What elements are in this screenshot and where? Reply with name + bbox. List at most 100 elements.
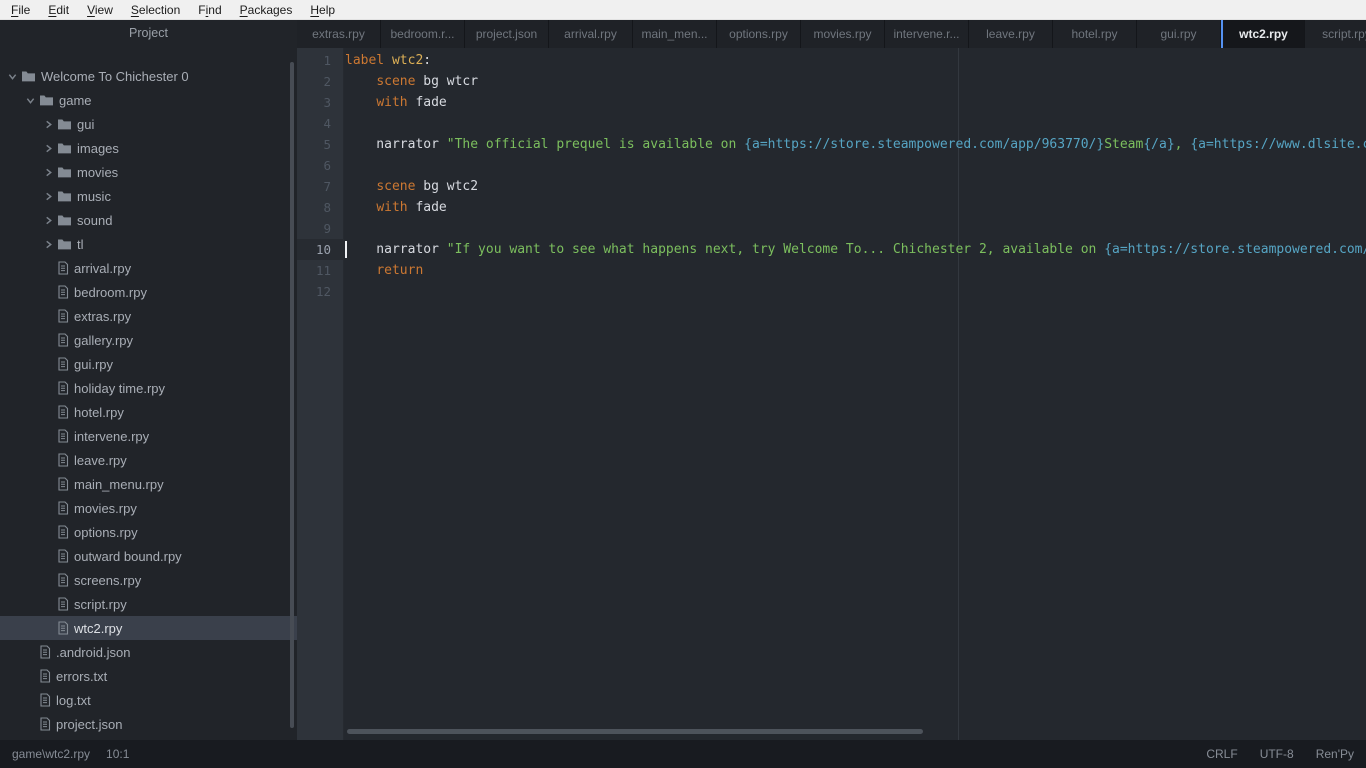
tab-main-men-[interactable]: main_men...	[633, 20, 717, 48]
code-line-5[interactable]: 5 narrator "The official prequel is avai…	[297, 134, 1366, 155]
sidebar-scrollbar[interactable]	[290, 62, 294, 728]
menu-file[interactable]: File	[2, 0, 39, 20]
code-line-7[interactable]: 7 scene bg wtc2	[297, 176, 1366, 197]
file-icon	[57, 309, 69, 323]
code-editor[interactable]: 1label wtc2:2 scene bg wtcr3 with fade45…	[297, 48, 1366, 740]
tab-script-rpy[interactable]: script.rpy	[1305, 20, 1366, 48]
status-cursor-position[interactable]: 10:1	[106, 747, 129, 761]
file-icon	[39, 693, 51, 707]
tab-leave-rpy[interactable]: leave.rpy	[969, 20, 1053, 48]
tree-item-label: gui.rpy	[74, 357, 113, 372]
sidebar-title: Project	[0, 26, 297, 40]
tree-file-movies-rpy[interactable]: movies.rpy	[0, 496, 297, 520]
file-icon	[57, 453, 69, 467]
status-bar: game\wtc2.rpy 10:1 CRLF UTF-8 Ren'Py	[0, 740, 1366, 768]
tree-item-label: game	[59, 93, 92, 108]
tab-arrival-rpy[interactable]: arrival.rpy	[549, 20, 633, 48]
tree-file-holiday-time-rpy[interactable]: holiday time.rpy	[0, 376, 297, 400]
tree-folder-music[interactable]: music	[0, 184, 297, 208]
menu-selection[interactable]: Selection	[122, 0, 189, 20]
tree-item-label: sound	[77, 213, 112, 228]
tree-file-options-rpy[interactable]: options.rpy	[0, 520, 297, 544]
tree-item-label: hotel.rpy	[74, 405, 124, 420]
tree-file-hotel-rpy[interactable]: hotel.rpy	[0, 400, 297, 424]
code-line-4[interactable]: 4	[297, 113, 1366, 134]
status-grammar[interactable]: Ren'Py	[1316, 747, 1354, 761]
tab-hotel-rpy[interactable]: hotel.rpy	[1053, 20, 1137, 48]
tab-movies-rpy[interactable]: movies.rpy	[801, 20, 885, 48]
menu-help[interactable]: Help	[301, 0, 344, 20]
chevron-right-icon	[44, 168, 53, 177]
tree-item-label: script.rpy	[74, 597, 127, 612]
code-line-10[interactable]: 10 narrator "If you want to see what hap…	[297, 239, 1366, 260]
tree-file-wtc2-rpy[interactable]: wtc2.rpy	[0, 616, 297, 640]
folder-icon	[57, 238, 72, 250]
line-number: 5	[297, 134, 344, 155]
code-text: narrator "The official prequel is availa…	[344, 137, 1366, 152]
file-icon	[39, 645, 51, 659]
code-line-12[interactable]: 12	[297, 281, 1366, 302]
tree-file-script-rpy[interactable]: script.rpy	[0, 592, 297, 616]
tree-file-screens-rpy[interactable]: screens.rpy	[0, 568, 297, 592]
tree-file-log-txt[interactable]: log.txt	[0, 688, 297, 712]
menu-bar: FileEditViewSelectionFindPackagesHelp	[0, 0, 1366, 20]
menu-view[interactable]: View	[78, 0, 122, 20]
line-number: 2	[297, 71, 344, 92]
line-number: 6	[297, 155, 344, 176]
tree-folder-images[interactable]: images	[0, 136, 297, 160]
file-tree: Welcome To Chichester 0gameguiimagesmovi…	[0, 64, 297, 740]
tab-extras-rpy[interactable]: extras.rpy	[297, 20, 381, 48]
tree-file-arrival-rpy[interactable]: arrival.rpy	[0, 256, 297, 280]
text-cursor	[345, 241, 347, 258]
status-encoding[interactable]: UTF-8	[1260, 747, 1294, 761]
editor-horizontal-scrollbar[interactable]	[347, 729, 923, 734]
menu-edit[interactable]: Edit	[39, 0, 78, 20]
file-icon	[57, 261, 69, 275]
line-number: 8	[297, 197, 344, 218]
code-line-3[interactable]: 3 with fade	[297, 92, 1366, 113]
tree-item-label: leave.rpy	[74, 453, 127, 468]
tree-folder-tl[interactable]: tl	[0, 232, 297, 256]
tree-folder-gui[interactable]: gui	[0, 112, 297, 136]
tree-file-gui-rpy[interactable]: gui.rpy	[0, 352, 297, 376]
code-text: scene bg wtc2	[344, 179, 478, 194]
tree-folder-sound[interactable]: sound	[0, 208, 297, 232]
tree-file-errors-txt[interactable]: errors.txt	[0, 664, 297, 688]
code-line-6[interactable]: 6	[297, 155, 1366, 176]
menu-packages[interactable]: Packages	[231, 0, 302, 20]
code-line-8[interactable]: 8 with fade	[297, 197, 1366, 218]
tree-file-leave-rpy[interactable]: leave.rpy	[0, 448, 297, 472]
tree-file-project-json[interactable]: project.json	[0, 712, 297, 736]
tree-file-bedroom-rpy[interactable]: bedroom.rpy	[0, 280, 297, 304]
code-lines: 1label wtc2:2 scene bg wtcr3 with fade45…	[297, 50, 1366, 302]
code-line-9[interactable]: 9	[297, 218, 1366, 239]
tree-item-label: gallery.rpy	[74, 333, 133, 348]
chevron-right-icon	[44, 144, 53, 153]
file-icon	[57, 525, 69, 539]
project-sidebar: Project Welcome To Chichester 0 game guiim…	[0, 20, 297, 740]
tree-file-extras-rpy[interactable]: extras.rpy	[0, 304, 297, 328]
tree-folder-movies[interactable]: movies	[0, 160, 297, 184]
tree-file--android-json[interactable]: .android.json	[0, 640, 297, 664]
status-line-ending[interactable]: CRLF	[1206, 747, 1237, 761]
code-line-1[interactable]: 1label wtc2:	[297, 50, 1366, 71]
code-line-11[interactable]: 11 return	[297, 260, 1366, 281]
tree-folder-welcome-to-chichester-0[interactable]: Welcome To Chichester 0	[0, 64, 297, 88]
tree-file-gallery-rpy[interactable]: gallery.rpy	[0, 328, 297, 352]
menu-find[interactable]: Find	[189, 0, 230, 20]
tree-item-label: extras.rpy	[74, 309, 131, 324]
tree-folder-game[interactable]: game	[0, 88, 297, 112]
tree-file-outward-bound-rpy[interactable]: outward bound.rpy	[0, 544, 297, 568]
tab-gui-rpy[interactable]: gui.rpy	[1137, 20, 1221, 48]
tab-options-rpy[interactable]: options.rpy	[717, 20, 801, 48]
tab-bedroom-r-[interactable]: bedroom.r...	[381, 20, 465, 48]
chevron-right-icon	[44, 192, 53, 201]
tree-file-intervene-rpy[interactable]: intervene.rpy	[0, 424, 297, 448]
tab-project-json[interactable]: project.json	[465, 20, 549, 48]
file-icon	[57, 621, 69, 635]
tab-intervene-r-[interactable]: intervene.r...	[885, 20, 969, 48]
file-icon	[39, 669, 51, 683]
tab-wtc2-rpy[interactable]: wtc2.rpy	[1221, 20, 1305, 48]
tree-file-main-menu-rpy[interactable]: main_menu.rpy	[0, 472, 297, 496]
code-line-2[interactable]: 2 scene bg wtcr	[297, 71, 1366, 92]
